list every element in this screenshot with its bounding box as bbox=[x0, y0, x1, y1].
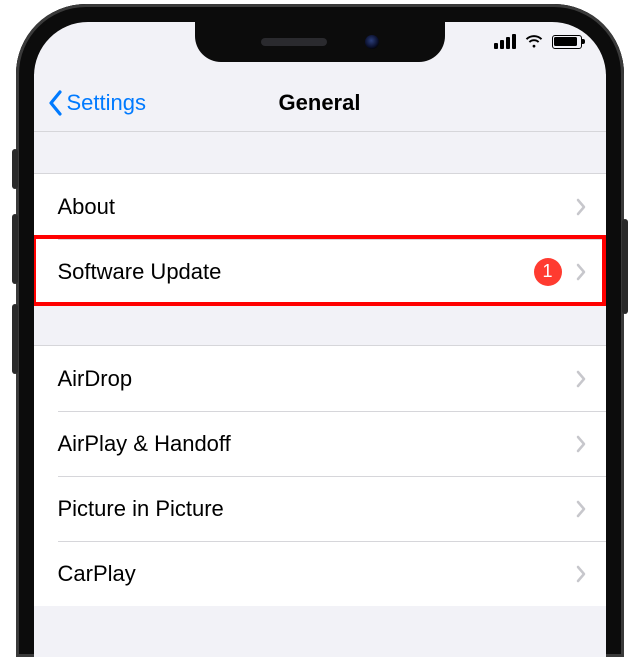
chevron-right-icon bbox=[576, 500, 586, 518]
screen: Settings General About Software Update 1… bbox=[34, 22, 606, 657]
chevron-right-icon bbox=[576, 370, 586, 388]
wifi-icon bbox=[524, 34, 544, 49]
row-label: CarPlay bbox=[58, 561, 576, 587]
chevron-right-icon bbox=[576, 198, 586, 216]
chevron-right-icon bbox=[576, 263, 586, 281]
row-software-update[interactable]: Software Update 1 bbox=[34, 239, 606, 304]
back-button[interactable]: Settings bbox=[34, 90, 147, 116]
speaker-grille bbox=[261, 38, 327, 46]
chevron-right-icon bbox=[576, 565, 586, 583]
chevron-right-icon bbox=[576, 435, 586, 453]
back-label: Settings bbox=[67, 90, 147, 116]
row-picture-in-picture[interactable]: Picture in Picture bbox=[34, 476, 606, 541]
notification-badge: 1 bbox=[534, 258, 562, 286]
navigation-bar: Settings General bbox=[34, 74, 606, 132]
status-bar bbox=[494, 34, 582, 49]
row-label: About bbox=[58, 194, 576, 220]
row-label: Software Update bbox=[58, 259, 534, 285]
chevron-left-icon bbox=[48, 90, 63, 116]
row-label: Picture in Picture bbox=[58, 496, 576, 522]
volume-up-button bbox=[12, 214, 18, 284]
mute-switch bbox=[12, 149, 18, 189]
row-carplay[interactable]: CarPlay bbox=[34, 541, 606, 606]
phone-frame: Settings General About Software Update 1… bbox=[16, 4, 624, 657]
notch bbox=[195, 22, 445, 62]
row-label: AirDrop bbox=[58, 366, 576, 392]
cellular-signal-icon bbox=[494, 34, 516, 49]
battery-icon bbox=[552, 35, 582, 49]
row-about[interactable]: About bbox=[34, 174, 606, 239]
section-spacer bbox=[34, 132, 606, 174]
front-camera bbox=[365, 35, 379, 49]
row-airplay-handoff[interactable]: AirPlay & Handoff bbox=[34, 411, 606, 476]
section-spacer bbox=[34, 304, 606, 346]
side-button bbox=[622, 219, 628, 314]
row-label: AirPlay & Handoff bbox=[58, 431, 576, 457]
volume-down-button bbox=[12, 304, 18, 374]
row-airdrop[interactable]: AirDrop bbox=[34, 346, 606, 411]
